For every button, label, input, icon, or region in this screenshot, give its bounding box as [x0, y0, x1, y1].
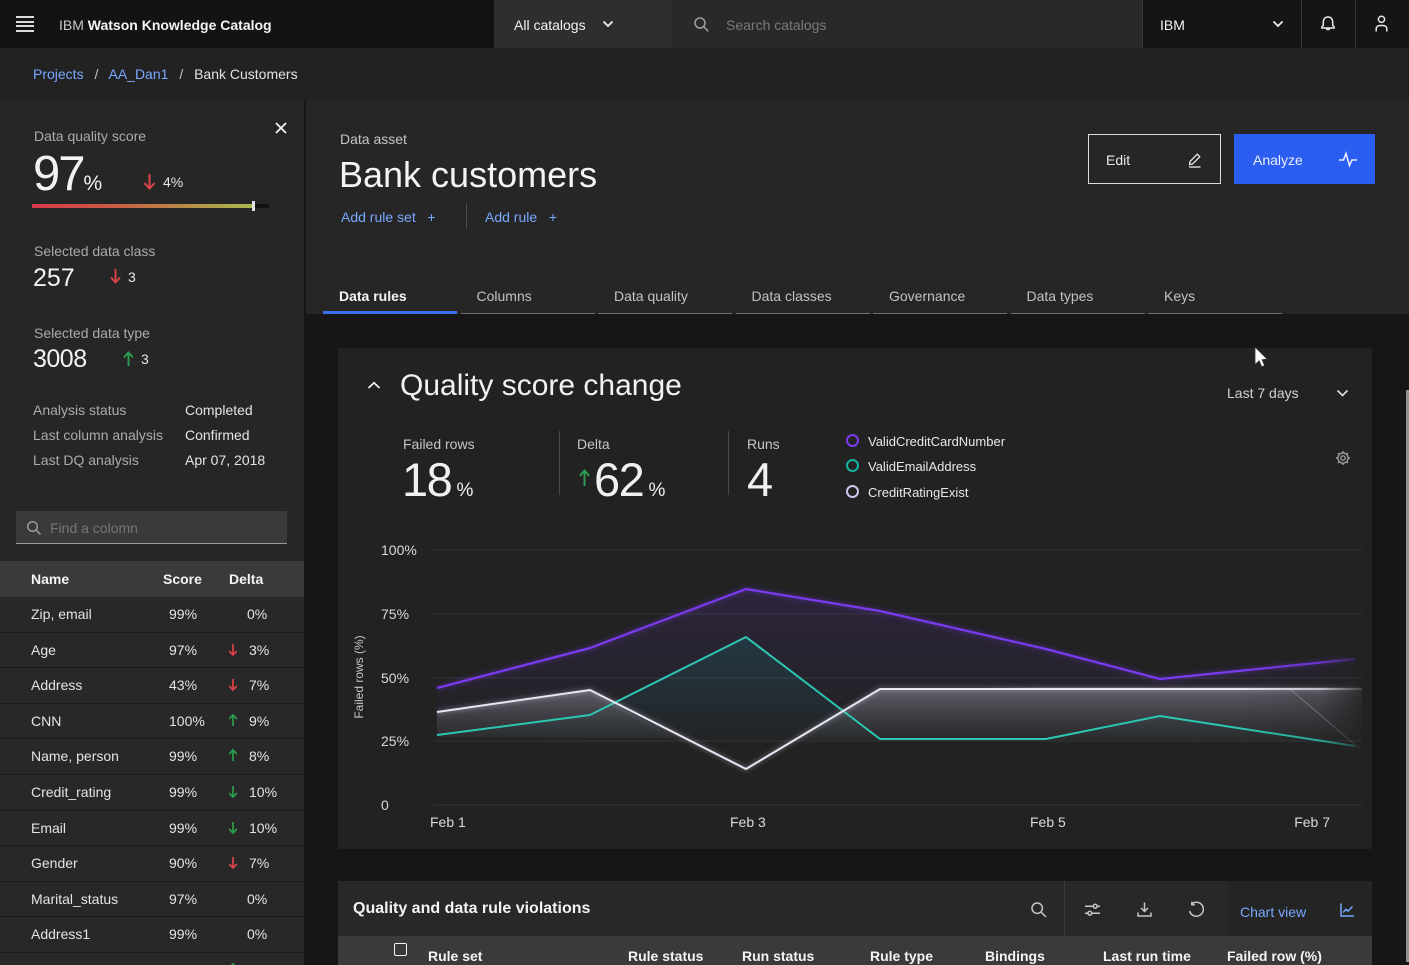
svg-text:Feb 5: Feb 5 — [1030, 814, 1066, 830]
svg-text:100%: 100% — [381, 542, 417, 558]
svg-text:Feb 1: Feb 1 — [430, 814, 466, 830]
svg-text:25%: 25% — [381, 733, 409, 749]
svg-text:75%: 75% — [381, 606, 409, 622]
svg-text:50%: 50% — [381, 670, 409, 686]
svg-text:Feb 3: Feb 3 — [730, 814, 766, 830]
svg-text:Feb 7: Feb 7 — [1294, 814, 1330, 830]
svg-text:Failed rows (%): Failed rows (%) — [352, 635, 366, 718]
svg-text:0: 0 — [381, 797, 389, 813]
